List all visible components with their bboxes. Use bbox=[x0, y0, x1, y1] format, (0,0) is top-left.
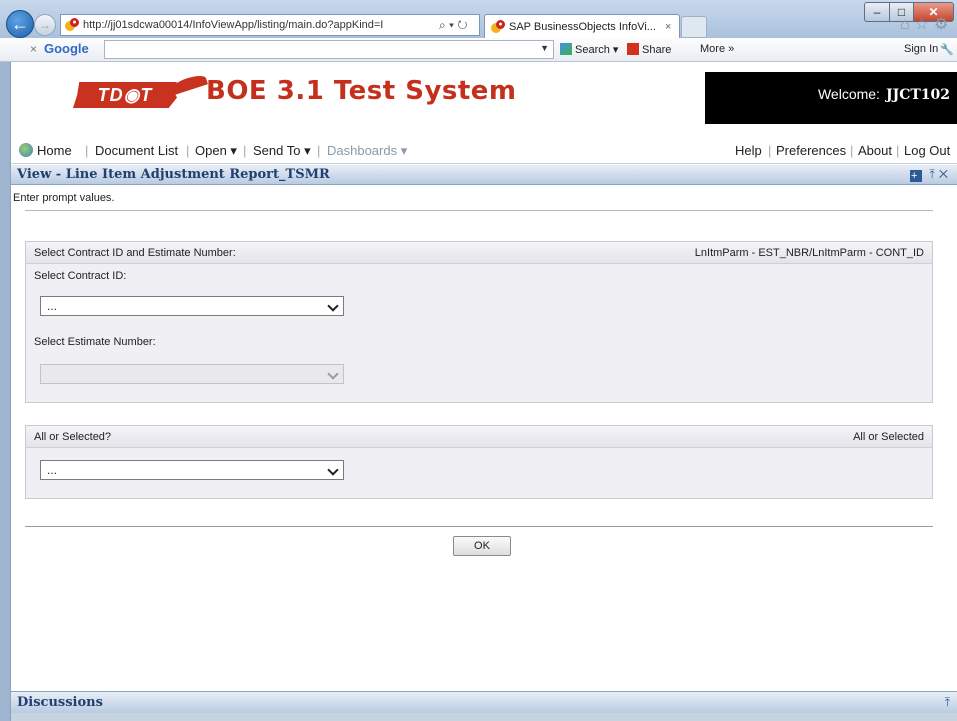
expand-icon[interactable]: ⤒ bbox=[945, 695, 950, 710]
username: JJCT102 bbox=[885, 87, 950, 103]
pin-icon[interactable]: ⤒ bbox=[930, 167, 939, 181]
view-header: View - Line Item Adjustment Report_TSMR … bbox=[11, 165, 957, 185]
more-button[interactable]: More » bbox=[700, 43, 734, 55]
sign-in-link[interactable]: Sign In bbox=[904, 43, 938, 55]
chevron-down-icon bbox=[327, 297, 339, 315]
home-favorites-tools-icon[interactable]: ⌂☆⚙ bbox=[900, 14, 953, 34]
contract-id-select[interactable]: ... bbox=[40, 296, 344, 316]
menu-preferences[interactable]: Preferences bbox=[776, 143, 846, 158]
tab-favicon-icon: ● bbox=[491, 19, 505, 34]
google-search-input[interactable]: ▼ bbox=[104, 40, 554, 59]
discussions-bar[interactable]: Discussions ⤒ bbox=[11, 691, 957, 713]
browser-titlebar: – □ ✕ ← → ● http://jj01sdcwa00014/InfoVi… bbox=[0, 0, 957, 38]
address-bar[interactable]: ● http://jj01sdcwa00014/InfoViewApp/list… bbox=[60, 14, 480, 36]
panel-title: Select Contract ID and Estimate Number: bbox=[34, 247, 236, 259]
system-title: BOE 3.1 Test System bbox=[206, 76, 517, 106]
infoview-page: TD◉T BOE 3.1 Test System Welcome: JJCT102… bbox=[10, 62, 957, 721]
all-or-selected-select[interactable]: ... bbox=[40, 460, 344, 480]
share-icon bbox=[627, 43, 639, 55]
panel-header: Select Contract ID and Estimate Number: … bbox=[26, 242, 932, 264]
menu-open[interactable]: Open ▾ bbox=[195, 143, 237, 159]
all-or-selected-panel: All or Selected? All or Selected ... bbox=[25, 425, 933, 499]
home-icon bbox=[19, 143, 33, 157]
menu-about[interactable]: About bbox=[858, 143, 892, 158]
maximize-panel-icon[interactable]: + bbox=[910, 170, 923, 182]
menu-dashboards[interactable]: Dashboards ▾ bbox=[327, 143, 407, 159]
tab-close-icon[interactable]: × bbox=[665, 21, 679, 33]
google-search-button[interactable]: Search ▾ bbox=[560, 43, 618, 56]
browser-tab[interactable]: ● SAP BusinessObjects InfoVi... × bbox=[484, 14, 680, 38]
share-button[interactable]: Share bbox=[627, 43, 671, 56]
discussions-title: Discussions bbox=[17, 695, 103, 710]
tab-title: SAP BusinessObjects InfoVi... bbox=[509, 20, 656, 33]
chevron-down-icon bbox=[327, 461, 339, 479]
menu-log-out[interactable]: Log Out bbox=[904, 143, 950, 158]
view-title: View - Line Item Adjustment Report_TSMR bbox=[17, 167, 330, 182]
panel-title: All or Selected? bbox=[34, 431, 112, 443]
wrench-icon[interactable]: 🔧 bbox=[940, 43, 954, 56]
google-logo: Google bbox=[44, 41, 89, 56]
welcome-box: Welcome: JJCT102 bbox=[705, 72, 957, 124]
welcome-label: Welcome: bbox=[817, 86, 880, 102]
estimate-number-label: Select Estimate Number: bbox=[34, 336, 156, 348]
address-search-refresh-icon[interactable]: ⌕ ▾ ↻ bbox=[439, 18, 479, 33]
prompt-hint: Enter prompt values. bbox=[13, 192, 115, 204]
contract-id-label: Select Contract ID: bbox=[34, 270, 127, 282]
contract-estimate-panel: Select Contract ID and Estimate Number: … bbox=[25, 241, 933, 403]
toolbar-close-icon[interactable]: × bbox=[30, 42, 37, 56]
estimate-number-select[interactable] bbox=[40, 364, 344, 384]
menu-home[interactable]: Home bbox=[19, 143, 72, 158]
panel-parameter: LnItmParm - EST_NBR/LnItmParm - CONT_ID bbox=[694, 247, 924, 259]
banner: TD◉T BOE 3.1 Test System Welcome: JJCT102 bbox=[11, 62, 957, 138]
divider bbox=[25, 210, 933, 211]
main-menubar: Home | Document List | Open ▾ | Send To … bbox=[11, 138, 957, 164]
search-icon bbox=[560, 43, 572, 55]
address-url: http://jj01sdcwa00014/InfoViewApp/listin… bbox=[83, 19, 384, 31]
menu-document-list[interactable]: Document List bbox=[95, 143, 178, 158]
close-icon[interactable]: ✕ bbox=[939, 167, 952, 181]
forward-button[interactable]: → bbox=[34, 14, 56, 36]
panel-parameter: All or Selected bbox=[853, 431, 924, 443]
menu-send-to[interactable]: Send To ▾ bbox=[253, 143, 311, 159]
bottom-strip bbox=[11, 713, 957, 721]
view-controls: + ⤒✕ bbox=[910, 167, 952, 182]
back-button[interactable]: ← bbox=[6, 10, 34, 38]
panel-header: All or Selected? All or Selected bbox=[26, 426, 932, 448]
tdot-logo: TD◉T bbox=[73, 72, 208, 114]
google-toolbar: × Google ▼ Search ▾ Share More » Sign In… bbox=[0, 38, 957, 62]
site-favicon-icon: ● bbox=[65, 18, 79, 32]
ok-button[interactable]: OK bbox=[453, 536, 511, 556]
divider bbox=[25, 526, 933, 527]
chevron-down-icon[interactable]: ▼ bbox=[540, 43, 549, 53]
chevron-down-icon bbox=[327, 365, 339, 383]
menu-help[interactable]: Help bbox=[735, 143, 762, 158]
minimize-button[interactable]: – bbox=[864, 2, 890, 22]
new-tab-button[interactable] bbox=[681, 16, 707, 38]
